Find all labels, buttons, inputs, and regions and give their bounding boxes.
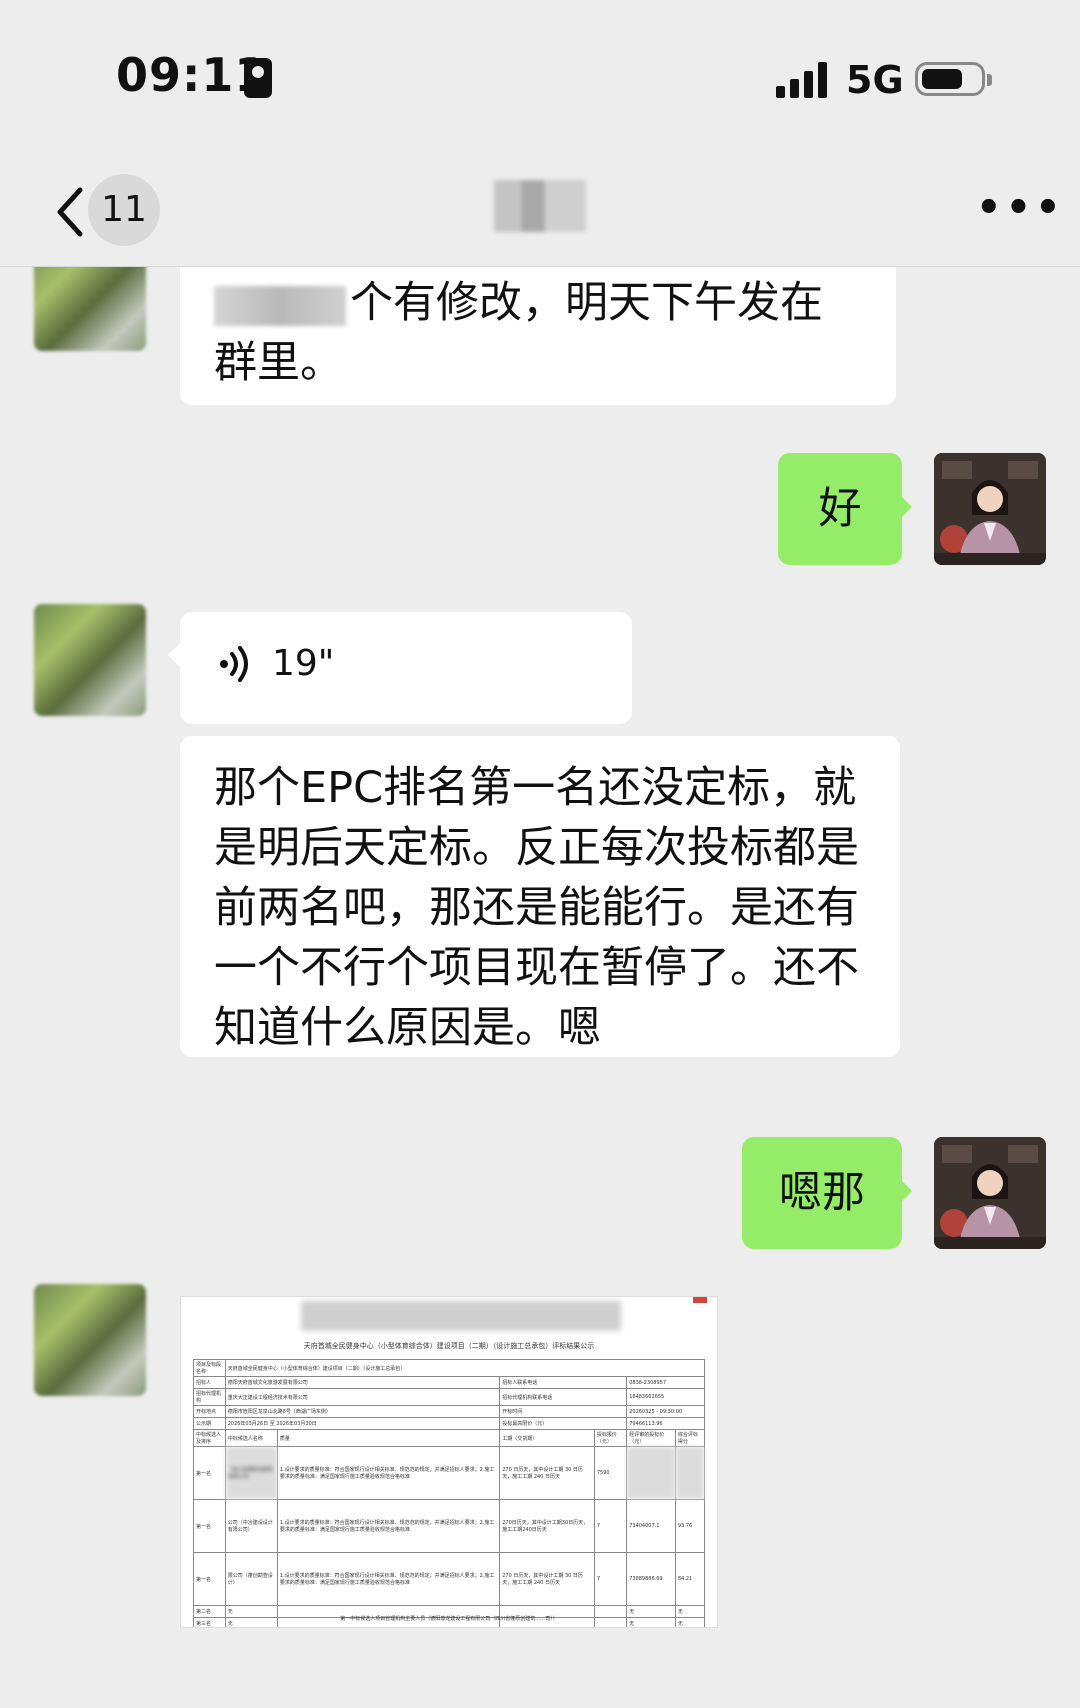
- bid-results-table: 项目及标段名称 天府首城全民健身中心（小型体育综合体）建设项目（二期）（设计施工总…: [193, 1359, 706, 1627]
- unread-count-badge[interactable]: 11: [88, 174, 160, 246]
- table-row: 招标人 德阳天府首城文化旅游发展有限公司 招标人联系电话 0838-2308957: [193, 1376, 705, 1389]
- table-row: 第一名 公司（中冶建设设计有限公司） 1.设计要求的质量标准：符合国家现行设计相关标…: [193, 1499, 706, 1553]
- message-text: 嗯那: [779, 1168, 865, 1218]
- person-portrait-icon: [934, 453, 1046, 565]
- redacted-text: [214, 285, 346, 326]
- focus-mode-icon: [244, 58, 272, 98]
- table-row: 项目及标段名称 天府首城全民健身中心（小型体育综合体）建设项目（二期）（设计施工总…: [193, 1359, 706, 1377]
- bubble-tail: [168, 643, 180, 667]
- document-footer: 第一中标候选人项目管理机构主要人员（德阳尊龙建设工程有限公司（四川省蓬原创建筑……: [340, 1616, 558, 1622]
- contact-avatar[interactable]: [34, 1284, 146, 1396]
- chat-title-redacted: [494, 180, 586, 232]
- red-stamp-mark: [693, 1297, 707, 1303]
- chat-header: 11 •••: [0, 160, 1080, 267]
- contact-avatar[interactable]: [34, 604, 146, 716]
- message-bubble-sent[interactable]: 好: [778, 453, 902, 565]
- image-message-document[interactable]: 天府首城全民健身中心（小型体育综合体）建设项目（二期）（设计施工总承包）评标结果…: [180, 1296, 718, 1628]
- table-header-row: 中标候选人及排序 中标候选人名称 质量 工期（交货期） 投标报价（元） 经评审的投标价（元…: [193, 1429, 706, 1447]
- table-row: 开标地点 德阳市旌阳区龙泉山北路8号（西湖广场东侧） 开标时间 20260325 - …: [193, 1405, 705, 1418]
- table-row: 招标代理机构 重庆大正建设工程经济技术有限公司 招标代理机构联系电话 18483662…: [193, 1388, 705, 1406]
- contact-avatar[interactable]: [34, 267, 146, 351]
- network-type: 5G: [846, 58, 904, 102]
- voice-waves-icon: [220, 646, 248, 682]
- more-options-icon[interactable]: •••: [976, 188, 1061, 228]
- message-bubble-received[interactable]: 个有修改，明天下午发在群里。: [180, 267, 896, 405]
- person-portrait-icon: [934, 1137, 1046, 1249]
- message-list[interactable]: 个有修改，明天下午发在群里。 好 19" 那个EPC排名第一名还没定标，就是明后…: [0, 267, 1080, 1708]
- message-bubble-sent[interactable]: 嗯那: [742, 1137, 902, 1249]
- voice-message-bubble[interactable]: 19": [180, 612, 632, 724]
- cellular-signal-icon: [776, 62, 828, 98]
- message-text: 好: [818, 484, 862, 534]
- table-row: 第一名 限公司（蓬创勘查设计） 1.设计要求的质量标准：符合国家现行设计相关标准、规…: [193, 1552, 706, 1606]
- status-bar: 09:11 5G: [0, 0, 1080, 160]
- my-avatar[interactable]: [934, 1137, 1046, 1249]
- redacted-header: [301, 1301, 621, 1331]
- my-avatar[interactable]: [934, 453, 1046, 565]
- message-text: 那个EPC排名第一名还没定标，就是明后天定标。反正每次投标都是前两名吧，那还是能…: [214, 763, 859, 1053]
- battery-icon: [915, 62, 992, 96]
- message-bubble-received[interactable]: 那个EPC排名第一名还没定标，就是明后天定标。反正每次投标都是前两名吧，那还是能…: [180, 736, 900, 1057]
- document-subtitle: 天府首城全民健身中心（小型体育综合体）建设项目（二期）（设计施工总承包）评标结果…: [303, 1342, 595, 1350]
- voice-duration: 19": [272, 643, 335, 684]
- table-row: 第一名 （四川省蓬原创建筑有限公司） 1.设计要求的质量标准：符合国家现行设计相关标…: [193, 1446, 706, 1500]
- table-row: 公示期 2026年03月26日 至 2026年03月30日 投标最高限价（元） 794…: [193, 1417, 705, 1430]
